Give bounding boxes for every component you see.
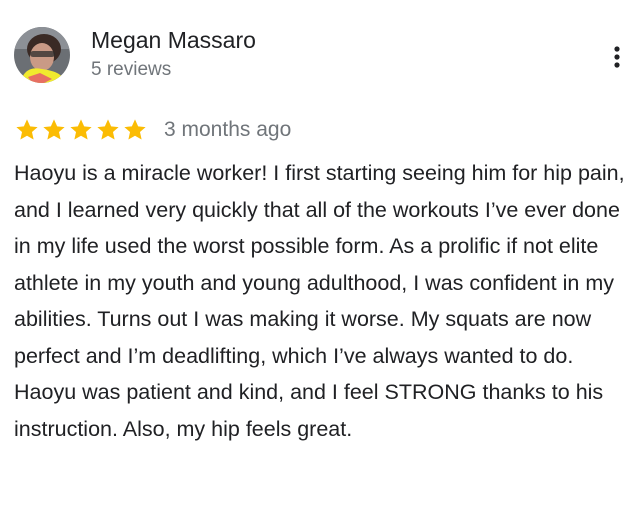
star-icon: [70, 119, 92, 140]
review-date: 3 months ago: [164, 118, 292, 141]
review-count[interactable]: 5 reviews: [91, 58, 171, 82]
more-vert-icon: [614, 46, 620, 68]
star-icon: [43, 119, 65, 140]
person-avatar-icon: [14, 27, 70, 83]
review-text: Haoyu is a miracle worker! I first start…: [14, 161, 625, 441]
more-options-button[interactable]: [604, 40, 630, 74]
star-icon: [16, 119, 38, 140]
star-icon: [97, 119, 119, 140]
author-name[interactable]: Megan Massaro: [91, 26, 256, 54]
star-icon: [124, 119, 146, 140]
avatar[interactable]: [14, 27, 70, 83]
review-card: Megan Massaro 5 reviews 3 months ago Hao…: [0, 0, 639, 527]
star-rating: [14, 116, 148, 144]
